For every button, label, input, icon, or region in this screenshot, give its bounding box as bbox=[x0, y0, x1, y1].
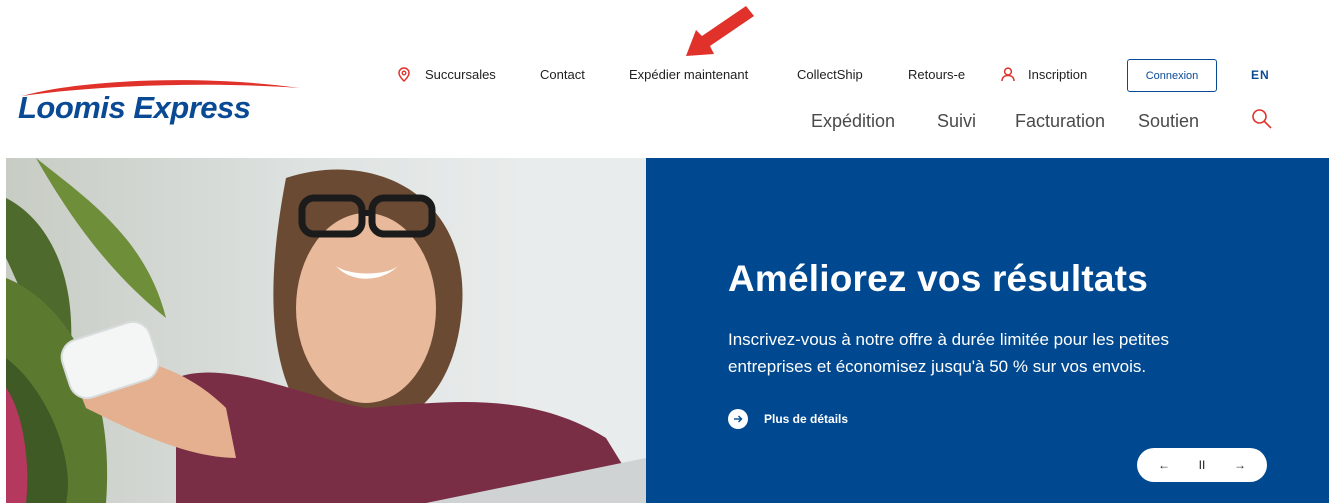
nav-collectship[interactable]: CollectShip bbox=[797, 61, 863, 89]
site-header: Loomis Express Succursales Contact Expéd… bbox=[0, 0, 1329, 158]
main-nav-support[interactable]: Soutien bbox=[1138, 106, 1199, 136]
hero-panel: Améliorez vos résultats Inscrivez-vous à… bbox=[646, 158, 1329, 503]
location-pin-icon bbox=[398, 67, 410, 82]
hero-image bbox=[6, 158, 646, 503]
hero-description: Inscrivez-vous à notre offre à durée lim… bbox=[728, 330, 1169, 376]
hero-cta-link[interactable]: Plus de détails bbox=[728, 408, 848, 430]
nav-branches-label: Succursales bbox=[425, 67, 496, 82]
hero-cta-label: Plus de détails bbox=[764, 412, 849, 426]
nav-returns[interactable]: Retours-e bbox=[908, 61, 965, 89]
hero-photo bbox=[6, 158, 646, 503]
search-icon[interactable] bbox=[1251, 108, 1273, 130]
carousel-prev-button[interactable]: ← bbox=[1149, 450, 1179, 480]
main-nav: Expédition Suivi Facturation Soutien bbox=[0, 106, 1329, 136]
main-nav-billing[interactable]: Facturation bbox=[1015, 106, 1105, 136]
hero-title: Améliorez vos résultats bbox=[728, 258, 1148, 299]
user-icon bbox=[1001, 67, 1015, 82]
nav-signup[interactable]: Inscription bbox=[1001, 61, 1087, 89]
carousel-next-button[interactable]: → bbox=[1225, 450, 1255, 480]
carousel-controls: ← II → bbox=[1137, 448, 1267, 482]
carousel-pause-button[interactable]: II bbox=[1187, 450, 1217, 480]
nav-ship-now[interactable]: Expédier maintenant bbox=[629, 61, 748, 89]
main-nav-tracking[interactable]: Suivi bbox=[937, 106, 976, 136]
login-button[interactable]: Connexion bbox=[1127, 59, 1217, 92]
nav-branches[interactable]: Succursales bbox=[398, 61, 496, 89]
hero-carousel: Améliorez vos résultats Inscrivez-vous à… bbox=[6, 158, 1329, 503]
nav-contact[interactable]: Contact bbox=[540, 61, 585, 89]
nav-signup-label: Inscription bbox=[1028, 67, 1088, 82]
main-nav-shipping[interactable]: Expédition bbox=[811, 106, 895, 136]
arrow-right-circle-icon bbox=[728, 409, 748, 429]
annotation-arrow-icon bbox=[686, 6, 754, 56]
language-toggle[interactable]: EN bbox=[1251, 61, 1270, 89]
